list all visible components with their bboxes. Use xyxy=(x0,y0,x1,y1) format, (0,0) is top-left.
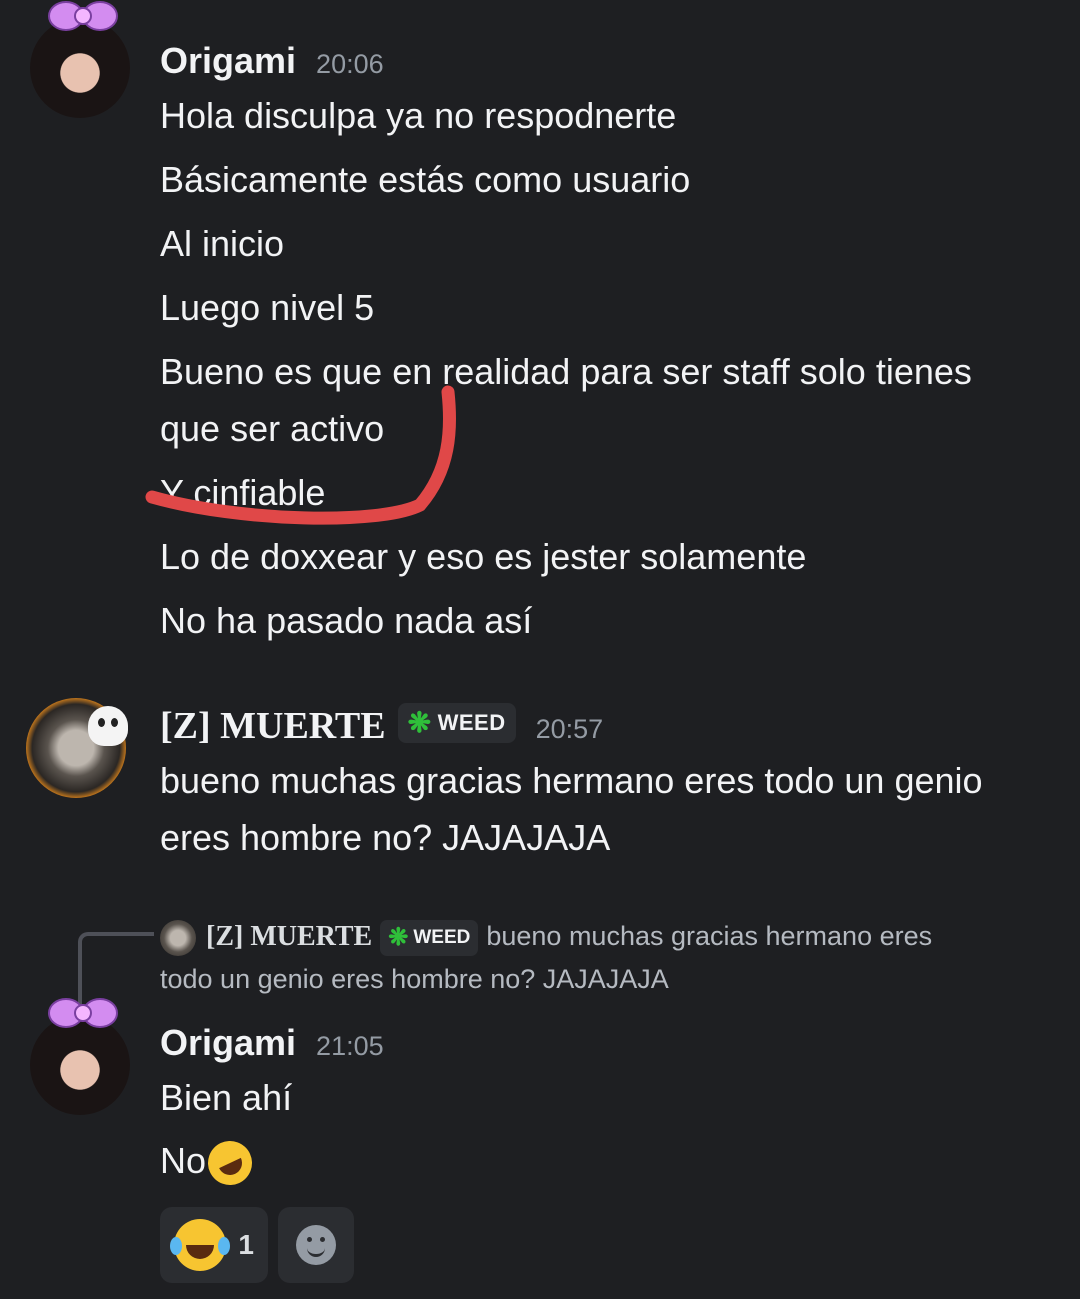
message-header: [Z] MUERTE ❋ WEED 20:57 xyxy=(160,702,604,749)
add-reaction-button[interactable] xyxy=(278,1207,354,1283)
reply-preview[interactable]: [Z] MUERTE ❋ WEED bueno muchas gracias herm… xyxy=(160,915,1030,1000)
cannabis-leaf-icon: ❋ xyxy=(407,707,432,738)
rofl-emoji-icon xyxy=(200,1134,260,1193)
reaction-count: 1 xyxy=(238,1229,254,1260)
joy-emoji-icon xyxy=(170,1219,226,1271)
reactions-bar: 1 xyxy=(160,1207,354,1283)
username[interactable]: [Z] MUERTE xyxy=(160,704,386,748)
message-header: Origami 20:06 xyxy=(160,40,384,82)
message-line: Bien ahí xyxy=(160,1077,293,1118)
origami-avatar[interactable] xyxy=(30,1,130,118)
reaction-joy[interactable]: 1 xyxy=(160,1207,268,1283)
message-line: Luego nivel 5 xyxy=(160,287,375,328)
add-reaction-smile-icon xyxy=(296,1225,336,1265)
timestamp[interactable]: 20:57 xyxy=(536,714,604,745)
ghost-icon xyxy=(88,706,128,746)
message-line-with-emoji: No xyxy=(160,1134,260,1193)
reply-text: bueno muchas gracias hermano eres xyxy=(486,921,933,951)
reply-username[interactable]: [Z] MUERTE xyxy=(206,921,372,952)
muerte-avatar[interactable] xyxy=(26,698,128,798)
message-line: Al inicio xyxy=(160,223,285,264)
message-line: Y cinfiable xyxy=(160,472,326,513)
timestamp[interactable]: 20:06 xyxy=(316,49,384,80)
badge-label: WEED xyxy=(437,709,506,735)
username[interactable]: Origami xyxy=(160,40,296,82)
role-badge[interactable]: ❋ WEED xyxy=(380,919,479,956)
message-line: que ser activo xyxy=(160,408,385,449)
bow-icon xyxy=(48,1,118,31)
cannabis-leaf-icon: ❋ xyxy=(388,923,409,951)
role-badge[interactable]: ❋ WEED xyxy=(397,702,516,743)
message-line: Lo de doxxear y eso es jester solamente xyxy=(160,536,807,577)
message-header: Origami 21:05 xyxy=(160,1022,384,1064)
origami-avatar[interactable] xyxy=(30,998,130,1115)
bow-icon xyxy=(48,998,118,1028)
message-line: Básicamente estás como usuario xyxy=(160,159,691,200)
chat-window: Origami 20:06 Hola disculpa ya no respod… xyxy=(0,0,1080,1299)
timestamp[interactable]: 21:05 xyxy=(316,1031,384,1062)
message-line: Bueno es que en realidad para ser staff … xyxy=(160,351,972,392)
message-line: eres hombre no? JAJAJAJA xyxy=(160,817,611,858)
message-line: No ha pasado nada así xyxy=(160,600,533,641)
username[interactable]: Origami xyxy=(160,1022,296,1064)
reply-text: todo un genio eres hombre no? JAJAJAJA xyxy=(160,964,669,994)
message-text: No xyxy=(160,1140,207,1181)
message-line: Hola disculpa ya no respodnerte xyxy=(160,95,677,136)
message-line: bueno muchas gracias hermano eres todo u… xyxy=(160,760,983,801)
reply-avatar xyxy=(160,919,196,956)
badge-label: WEED xyxy=(413,926,471,948)
